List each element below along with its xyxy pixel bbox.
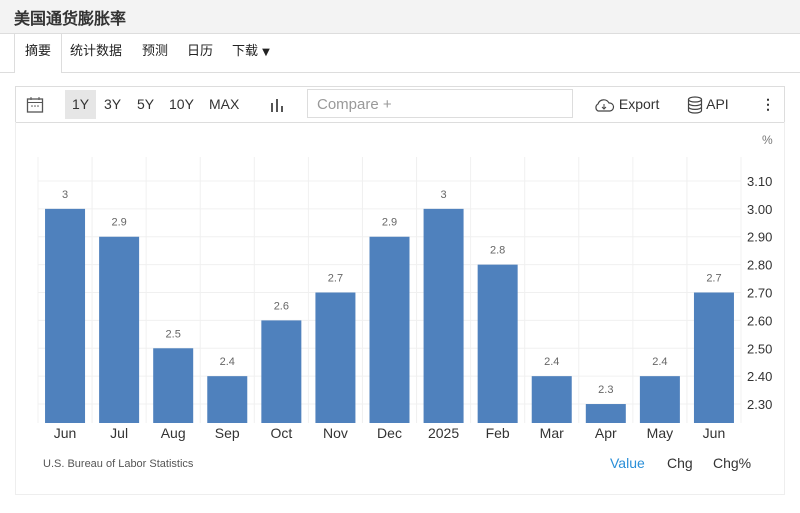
mode-chg[interactable]: Chg	[667, 455, 693, 471]
more-options-icon[interactable]: ⋮	[761, 87, 775, 122]
export-label: Export	[618, 96, 660, 112]
tab-forecast[interactable]: 预测	[142, 34, 168, 72]
y-tick-label: 2.30	[747, 397, 772, 412]
calendar-icon[interactable]	[26, 87, 44, 122]
x-tick-label: 2025	[428, 425, 459, 441]
bar	[693, 292, 734, 423]
data-label: 2.6	[274, 300, 289, 312]
api-label: API	[706, 96, 729, 112]
bar	[423, 208, 464, 423]
tab-bar: 摘要 统计数据 预测 日历 下载 ▼	[0, 34, 800, 73]
tab-statistics[interactable]: 统计数据	[70, 34, 122, 72]
tab-download-label: 下载	[232, 44, 259, 59]
bar	[315, 292, 356, 423]
y-tick-label: 2.70	[747, 286, 772, 301]
api-button[interactable]: API	[687, 87, 729, 122]
range-5y[interactable]: 5Y	[137, 87, 154, 122]
mode-value[interactable]: Value	[610, 455, 645, 471]
page-title: 美国通货膨胀率	[14, 9, 127, 28]
chart-panel: 3.10 3.00 2.90 2.80 2.70 2.60 2.50 2.40 2.30% 3 Ju…	[15, 122, 785, 495]
y-tick-label: 2.80	[747, 258, 772, 273]
range-10y[interactable]: 10Y	[169, 87, 194, 122]
cloud-download-icon	[595, 99, 615, 112]
data-label: 3	[62, 189, 68, 201]
x-tick-label: Jun	[703, 425, 726, 441]
data-label: 2.3	[598, 384, 613, 396]
bar	[207, 376, 248, 423]
y-tick-label: 3.00	[747, 202, 772, 217]
data-label: 2.9	[382, 217, 397, 229]
y-tick-label: 2.60	[747, 313, 772, 328]
caret-down-icon: ▼	[262, 47, 270, 58]
y-unit-label: %	[762, 133, 773, 147]
data-label: 2.4	[652, 356, 667, 368]
data-label: 2.5	[166, 328, 181, 340]
bar	[45, 208, 86, 423]
data-label: 2.7	[328, 273, 343, 285]
x-tick-label: Feb	[486, 425, 510, 441]
x-tick-label: Oct	[270, 425, 292, 441]
data-label: 2.7	[706, 273, 721, 285]
bar	[369, 236, 410, 423]
tab-calendar[interactable]: 日历	[187, 34, 213, 72]
x-tick-label: Apr	[595, 425, 617, 441]
range-max[interactable]: MAX	[209, 87, 239, 122]
bar	[585, 404, 626, 423]
x-tick-label: Jun	[54, 425, 77, 441]
chart-type-icon[interactable]	[269, 87, 285, 122]
x-tick-label: Nov	[323, 425, 348, 441]
data-label: 2.4	[220, 356, 235, 368]
chart-toolbar: 1Y 3Y 5Y 10Y MAX Compare + Export API ⋮	[15, 86, 785, 123]
x-tick-label: Mar	[540, 425, 564, 441]
mode-chg-pct[interactable]: Chg%	[713, 455, 751, 471]
data-label: 2.4	[544, 356, 559, 368]
bar	[531, 376, 572, 423]
bar	[261, 320, 302, 423]
y-tick-label: 2.50	[747, 341, 772, 356]
y-tick-label: 3.10	[747, 174, 772, 189]
x-tick-label: Jul	[110, 425, 128, 441]
x-tick-label: Dec	[377, 425, 402, 441]
y-tick-label: 2.40	[747, 369, 772, 384]
database-icon	[687, 96, 703, 114]
bar	[99, 236, 140, 423]
tab-summary[interactable]: 摘要	[14, 34, 63, 73]
data-label: 2.9	[111, 217, 126, 229]
range-1y[interactable]: 1Y	[65, 90, 97, 119]
compare-input[interactable]: Compare +	[307, 89, 573, 118]
range-3y[interactable]: 3Y	[104, 87, 121, 122]
bar	[639, 376, 680, 423]
x-tick-label: May	[647, 425, 673, 441]
tab-download[interactable]: 下载 ▼	[232, 34, 270, 72]
y-tick-label: 2.90	[747, 230, 772, 245]
title-bar: 美国通货膨胀率	[0, 0, 800, 34]
data-label: 3	[441, 189, 447, 201]
data-label: 2.8	[490, 245, 505, 257]
export-button[interactable]: Export	[593, 87, 659, 122]
x-tick-label: Sep	[215, 425, 240, 441]
bar	[477, 264, 518, 423]
source-label: U.S. Bureau of Labor Statistics	[43, 458, 194, 470]
x-tick-label: Aug	[161, 425, 186, 441]
bar-chart: 3.10 3.00 2.90 2.80 2.70 2.60 2.50 2.40 2.30% 3 Ju…	[37, 133, 773, 441]
bar	[153, 348, 194, 423]
